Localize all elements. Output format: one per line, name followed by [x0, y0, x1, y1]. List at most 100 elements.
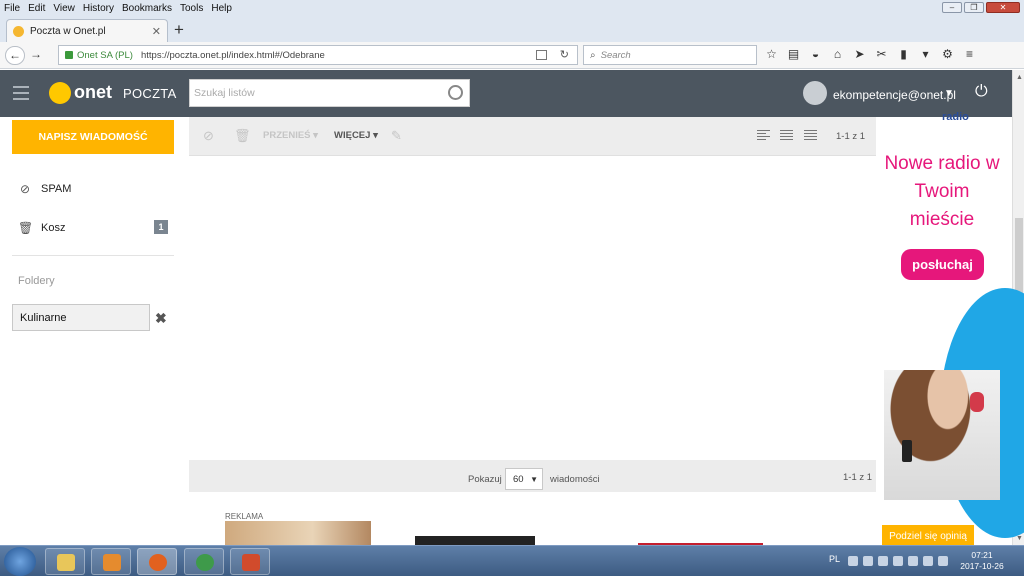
chrome-icon — [196, 554, 214, 571]
minimize-button[interactable]: – — [942, 2, 962, 13]
url-bar[interactable]: Onet SA (PL) https://poczta.onet.pl/inde… — [58, 45, 578, 65]
trash-icon: 🗑 — [18, 221, 34, 235]
logout-power-icon[interactable]: ⏻ — [975, 83, 988, 101]
back-icon[interactable]: ← — [5, 46, 25, 65]
browser-search-input[interactable]: ⌕ Search — [583, 45, 757, 65]
ad-image[interactable] — [225, 521, 371, 545]
scroll-down-icon[interactable]: ▼ — [1016, 535, 1023, 542]
reload-icon[interactable]: ↻ — [560, 48, 569, 61]
mail-search-input[interactable] — [190, 80, 430, 106]
ad-headline[interactable]: Nowe radio w Twoim mieście — [884, 150, 1000, 234]
per-page-value: 60 — [513, 474, 524, 485]
volume-icon[interactable] — [938, 556, 948, 566]
view-list-icon[interactable] — [804, 130, 817, 141]
menu-icon[interactable]: ≡ — [962, 47, 977, 62]
chevron-down-icon: ▼ — [530, 475, 538, 484]
taskbar-clock[interactable]: 07:21 2017-10-26 — [958, 550, 1006, 572]
user-email[interactable]: ekompetencje@onet.pl — [833, 88, 956, 102]
move-label: PRZENIEŚ — [263, 130, 311, 141]
tab-close-icon[interactable]: ✕ — [152, 25, 161, 38]
reader-view-icon[interactable] — [536, 50, 547, 60]
settings-icon[interactable]: ⚙ — [940, 47, 955, 62]
move-button[interactable]: PRZENIEŚ ▾ — [263, 130, 318, 141]
menu-file[interactable]: File — [0, 3, 24, 14]
keyboard-icon[interactable] — [848, 556, 858, 566]
reading-list-icon[interactable]: ▤ — [786, 47, 801, 62]
ad-listen-button[interactable]: posłuchaj — [901, 249, 984, 280]
close-icon[interactable]: ✖ — [155, 310, 167, 327]
taskbar-firefox[interactable] — [137, 548, 177, 575]
dropdown-icon[interactable]: ▾ — [918, 47, 933, 62]
menu-edit[interactable]: Edit — [24, 3, 49, 14]
sidebar-item-spam[interactable]: ⊘ SPAM — [18, 182, 71, 196]
phone-icon — [902, 440, 912, 462]
chevron-down-icon[interactable]: ▼ — [944, 88, 954, 99]
restore-button[interactable]: ❐ — [964, 2, 984, 13]
display-icon[interactable] — [923, 556, 933, 566]
tab-title: Poczta w Onet.pl — [30, 25, 106, 37]
per-page-select[interactable]: 60 ▼ — [505, 468, 543, 490]
sidebar-item-label: Kosz — [41, 222, 66, 234]
pager-count: 1-1 z 1 — [843, 472, 873, 483]
tray-arrow-icon[interactable] — [863, 556, 873, 566]
pocket-icon[interactable]: ◒ — [808, 47, 823, 62]
logo-subtitle[interactable]: POCZTA — [123, 86, 177, 101]
clipboard-icon[interactable]: ▮ — [896, 47, 911, 62]
scroll-up-icon[interactable]: ▲ — [1016, 74, 1023, 81]
more-button[interactable]: WIĘCEJ ▾ — [334, 130, 378, 141]
site-owner: Onet SA (PL) — [77, 49, 133, 61]
start-button[interactable] — [4, 547, 36, 576]
send-icon[interactable]: ➤ — [852, 47, 867, 62]
url-text[interactable]: https://poczta.onet.pl/index.html#/Odebr… — [141, 50, 325, 61]
bookmark-star-icon[interactable]: ☆ — [764, 47, 779, 62]
view-compact-icon[interactable] — [757, 130, 770, 141]
compose-button[interactable]: NAPISZ WIADOMOŚĆ — [12, 120, 174, 154]
messages-label: wiadomości — [550, 474, 600, 485]
browser-tab[interactable]: Poczta w Onet.pl ✕ — [6, 19, 168, 42]
taskbar-media[interactable] — [91, 548, 131, 575]
avatar[interactable] — [803, 81, 827, 105]
taskbar-chrome[interactable] — [184, 548, 224, 575]
folder-icon — [57, 554, 75, 571]
trash-count-badge: 1 — [154, 220, 168, 234]
firefox-icon — [149, 554, 167, 571]
menu-tools[interactable]: Tools — [176, 3, 207, 14]
message-count: 1-1 z 1 — [836, 131, 866, 142]
ad-photo[interactable] — [884, 370, 1000, 500]
home-icon[interactable]: ⌂ — [830, 47, 845, 62]
label-tag-icon[interactable]: ✎ — [391, 128, 402, 144]
headphones-icon — [970, 392, 984, 412]
flag-icon[interactable] — [908, 556, 918, 566]
taskbar-explorer[interactable] — [45, 548, 85, 575]
network-icon[interactable] — [878, 556, 888, 566]
window-close-button[interactable]: ✕ — [986, 2, 1020, 13]
logo-text[interactable]: onet — [74, 82, 112, 103]
device-icon[interactable] — [893, 556, 903, 566]
mail-search-box — [189, 79, 470, 107]
menu-help[interactable]: Help — [207, 3, 236, 14]
sidebar-item-label: SPAM — [41, 183, 72, 195]
view-preview-icon[interactable] — [780, 130, 793, 141]
forward-icon[interactable]: → — [27, 46, 45, 65]
menu-history[interactable]: History — [79, 3, 118, 14]
ad-label: REKLAMA — [225, 512, 264, 521]
windows-taskbar: PL 07:21 2017-10-26 — [0, 545, 1024, 576]
extension-icon[interactable]: ✂ — [874, 47, 889, 62]
hamburger-menu-icon[interactable] — [13, 86, 29, 104]
spam-block-icon[interactable]: ⊘ — [203, 128, 214, 144]
ad-headline-cropped[interactable] — [415, 536, 535, 545]
taskbar-powerpoint[interactable] — [230, 548, 270, 575]
menu-view[interactable]: View — [49, 3, 79, 14]
new-folder-input[interactable] — [12, 304, 150, 331]
language-indicator[interactable]: PL — [829, 554, 840, 564]
clock-time: 07:21 — [971, 550, 993, 560]
sidebar-divider — [12, 255, 174, 256]
menu-bookmarks[interactable]: Bookmarks — [118, 3, 176, 14]
feedback-button[interactable]: Podziel się opinią — [882, 525, 974, 547]
new-tab-icon[interactable]: + — [174, 20, 184, 40]
browser-toolbar-icons: ☆ ▤ ◒ ⌂ ➤ ✂ ▮ ▾ ⚙ ≡ — [764, 47, 977, 62]
search-icon[interactable] — [448, 85, 463, 100]
sidebar-item-trash[interactable]: 🗑 Kosz — [18, 221, 65, 235]
folders-heading: Foldery — [18, 275, 55, 287]
delete-icon[interactable]: 🗑 — [234, 128, 251, 144]
